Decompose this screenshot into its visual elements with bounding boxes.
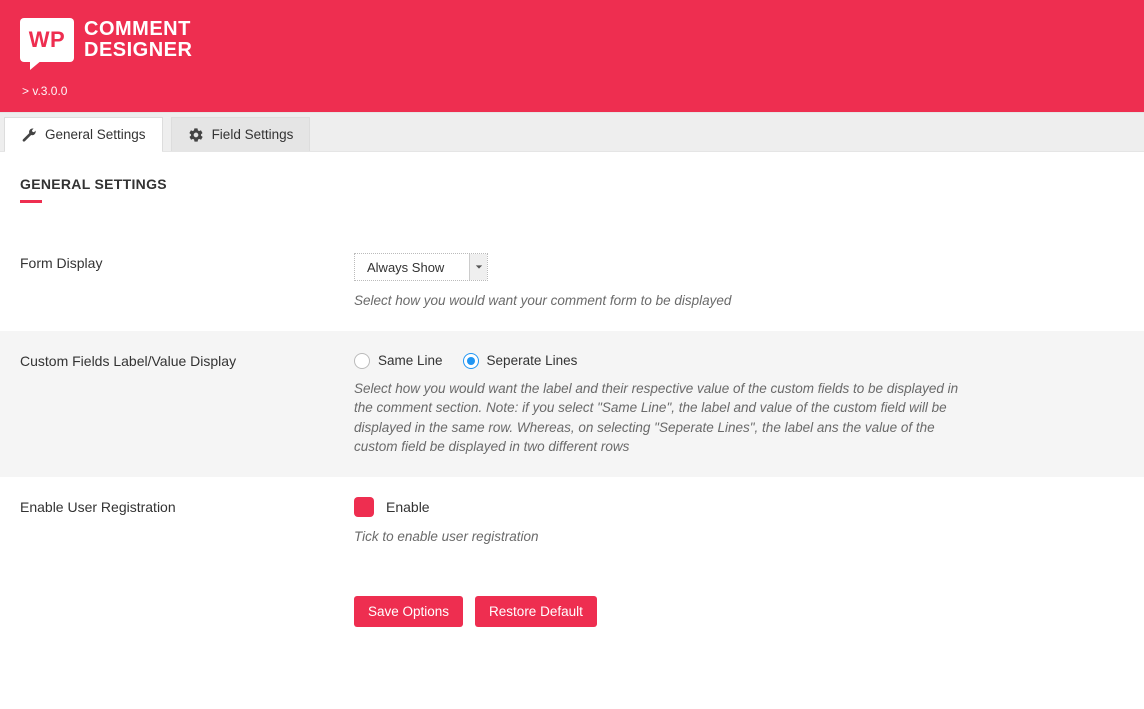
gear-icon [188,127,204,143]
logo-text-line2: DESIGNER [84,40,192,61]
tab-label: General Settings [45,127,146,142]
app-header: WP COMMENT DESIGNER > v.3.0.0 [0,0,1144,112]
row-form-display: Form Display Always Show Select how you … [20,233,1124,331]
cf-display-radio-group: Same Line Seperate Lines [354,353,964,369]
form-display-label: Form Display [20,253,334,271]
logo-text: COMMENT DESIGNER [84,19,192,61]
radio-bullet-icon [354,353,370,369]
logo-badge: WP [20,18,74,62]
action-buttons: Save Options Restore Default [20,596,1124,627]
row-user-registration: Enable User Registration Enable Tick to … [20,477,1124,567]
cf-display-label: Custom Fields Label/Value Display [20,351,334,369]
logo: WP COMMENT DESIGNER [20,18,1124,62]
version-label: > v.3.0.0 [20,84,1124,98]
section-title: GENERAL SETTINGS [20,176,1124,192]
wrench-icon [21,127,37,143]
radio-same-line[interactable]: Same Line [354,353,443,369]
section-underline [20,200,42,203]
user-registration-label: Enable User Registration [20,497,334,515]
tab-field-settings[interactable]: Field Settings [171,117,311,151]
cf-display-help: Select how you would want the label and … [354,379,964,457]
radio-seperate-lines-label: Seperate Lines [487,353,578,368]
user-registration-help: Tick to enable user registration [354,527,964,547]
enable-user-registration-checkbox[interactable] [354,497,374,517]
tab-general-settings[interactable]: General Settings [4,117,163,151]
radio-seperate-lines[interactable]: Seperate Lines [463,353,578,369]
row-cf-display: Custom Fields Label/Value Display Same L… [0,331,1144,477]
radio-same-line-label: Same Line [378,353,443,368]
logo-text-line1: COMMENT [84,19,192,40]
enable-user-registration-check-label: Enable [386,499,430,515]
form-display-help: Select how you would want your comment f… [354,291,964,311]
restore-default-button[interactable]: Restore Default [475,596,597,627]
tab-bar: General Settings Field Settings [0,112,1144,152]
content-area: GENERAL SETTINGS Form Display Always Sho… [0,152,1144,667]
logo-badge-text: WP [29,27,65,53]
form-display-select[interactable]: Always Show [354,253,488,281]
save-options-button[interactable]: Save Options [354,596,463,627]
tab-label: Field Settings [212,127,294,142]
chevron-down-icon [469,254,487,280]
form-display-select-value: Always Show [355,254,469,280]
radio-bullet-icon [463,353,479,369]
